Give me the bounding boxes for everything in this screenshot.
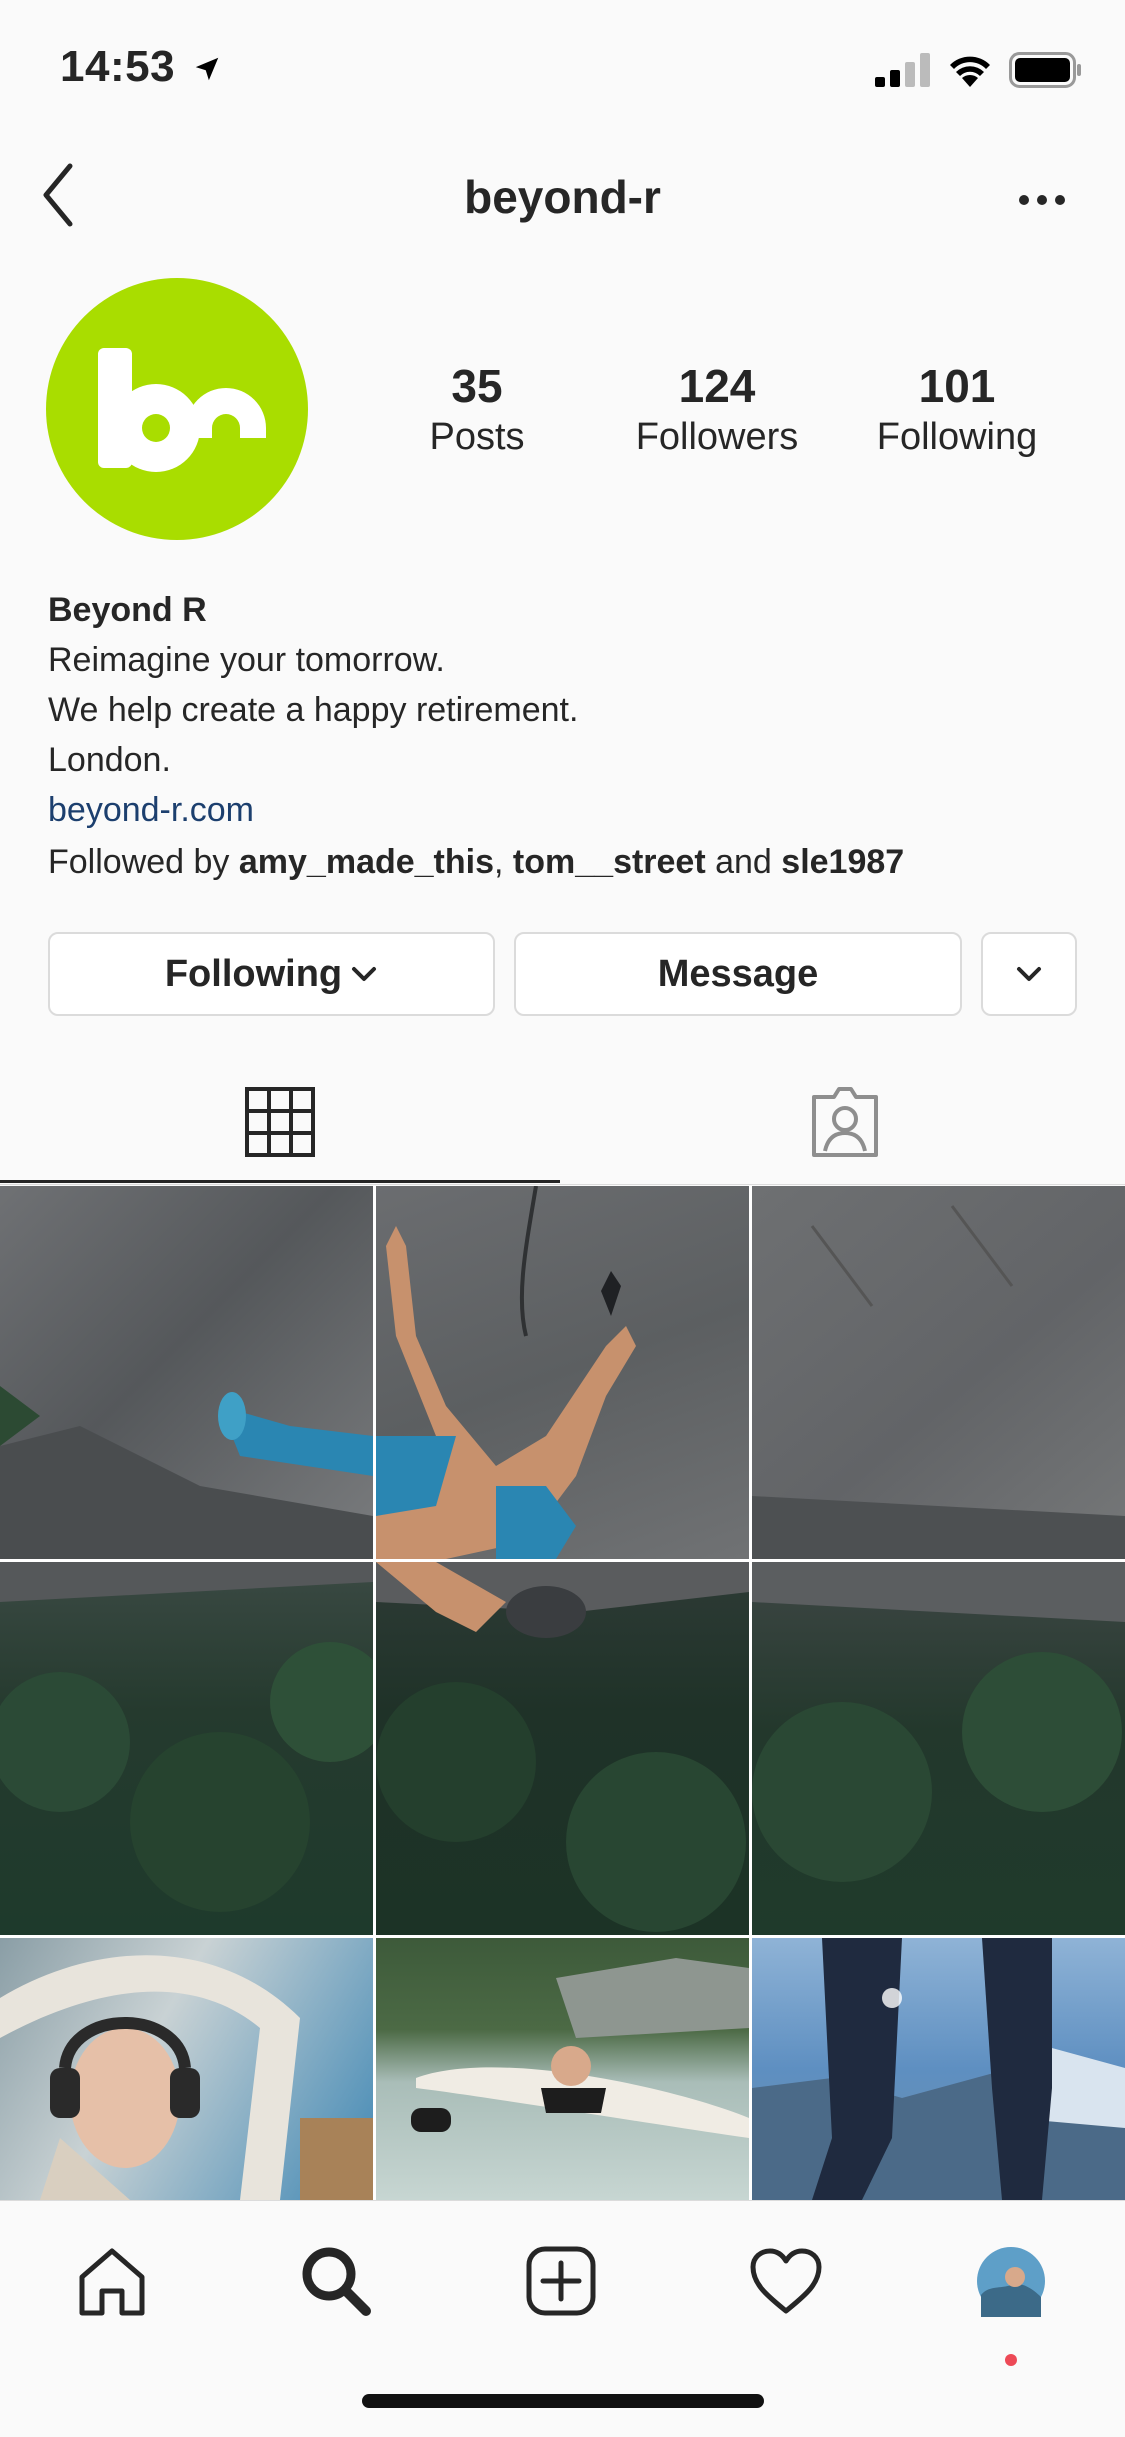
stat-following[interactable]: 101 Following <box>857 358 1057 460</box>
profile-avatar[interactable] <box>46 278 308 540</box>
grid-post[interactable] <box>376 1562 749 1935</box>
photo-climber-rock-top-center <box>376 1186 636 1559</box>
profile-username-title: beyond-r <box>464 171 661 223</box>
following-button-label: Following <box>164 952 343 995</box>
grid-post[interactable] <box>0 1186 373 1559</box>
tab-grid[interactable] <box>0 1060 560 1184</box>
tab-tagged[interactable] <box>565 1060 1125 1184</box>
tagged-person-icon <box>812 1087 878 1157</box>
more-options-icon[interactable] <box>1017 190 1067 210</box>
status-time: 14:53 <box>60 42 222 92</box>
followed-by-user[interactable]: amy_made_this <box>239 843 494 881</box>
message-button-label: Message <box>657 952 819 995</box>
profile-website-link[interactable]: beyond-r.com <box>48 785 1088 835</box>
grid-post[interactable] <box>752 1938 1125 2200</box>
grid-separator <box>373 1186 376 2200</box>
brand-logo-icon <box>98 348 266 472</box>
posts-grid <box>0 1186 1125 2200</box>
bio-line: Reimagine your tomorrow. <box>48 641 445 679</box>
suggested-accounts-button[interactable] <box>981 932 1077 1016</box>
new-post-icon <box>526 2246 596 2316</box>
photo-climber-rock-top-right <box>752 1205 1125 1559</box>
profile-bio: Beyond R Reimagine your tomorrow. We hel… <box>48 585 1088 887</box>
stat-following-value: 101 <box>918 360 996 412</box>
stat-followers-value: 124 <box>678 360 756 412</box>
grid-post[interactable] <box>376 1186 749 1559</box>
stat-posts-label: Posts <box>429 416 525 458</box>
nav-profile[interactable] <box>961 2231 1061 2331</box>
grid-post[interactable] <box>752 1186 1125 1559</box>
grid-separator <box>0 1935 1125 1938</box>
nav-activity[interactable] <box>736 2231 836 2331</box>
wifi-icon <box>950 56 990 87</box>
grid-post[interactable] <box>0 1562 373 1935</box>
photo-climber-forest-center <box>376 1562 749 1932</box>
photo-forest-below-left <box>0 1562 373 1912</box>
nav-new-post[interactable] <box>511 2231 611 2331</box>
followed-by-prefix: Followed by <box>48 843 239 881</box>
following-button[interactable]: Following <box>48 932 495 1016</box>
stat-followers-label: Followers <box>635 416 799 458</box>
home-icon <box>79 2248 145 2316</box>
nav-home[interactable] <box>62 2231 162 2331</box>
followed-by-separator: , <box>494 843 513 881</box>
photo-climber-rock-top-left <box>0 1386 373 1559</box>
grid-post[interactable] <box>752 1562 1125 1935</box>
home-indicator <box>362 2394 764 2408</box>
profile-display-name: Beyond R <box>48 591 207 629</box>
stat-posts[interactable]: 35 Posts <box>377 358 577 460</box>
followed-by-text[interactable]: Followed by amy_made_this, tom__street a… <box>48 837 1088 887</box>
photo-legs-mountain-lake <box>752 1938 1125 2200</box>
profile-avatar-icon <box>977 2247 1045 2317</box>
battery-icon <box>1009 52 1081 88</box>
message-button[interactable]: Message <box>514 932 962 1016</box>
notification-dot <box>1005 2354 1017 2366</box>
activity-heart-icon <box>750 2248 822 2314</box>
grid-separator <box>749 1186 752 2200</box>
search-icon <box>302 2247 371 2316</box>
location-arrow-icon <box>195 58 219 81</box>
bio-line: London. <box>48 741 171 779</box>
tab-divider <box>0 1184 1125 1185</box>
followed-by-and: and <box>705 843 782 881</box>
grid-separator <box>0 1559 1125 1562</box>
status-indicators <box>875 52 1083 88</box>
active-tab-indicator <box>0 1180 560 1183</box>
grid-post[interactable] <box>376 1938 749 2200</box>
stat-followers[interactable]: 124 Followers <box>617 358 817 460</box>
photo-pilot-woman <box>0 1955 373 2200</box>
followed-by-user[interactable]: tom__street <box>513 843 706 881</box>
chevron-down-icon <box>1017 967 1041 981</box>
nav-search[interactable] <box>286 2231 386 2331</box>
photo-surfer-man <box>411 1958 749 2138</box>
bio-line: We help create a happy retirement. <box>48 691 579 729</box>
grid-post[interactable] <box>0 1938 373 2200</box>
cellular-signal-icon <box>875 53 930 87</box>
status-time-text: 14:53 <box>60 42 176 91</box>
grid-icon <box>245 1087 315 1157</box>
chevron-down-icon <box>352 967 377 981</box>
followed-by-user[interactable]: sle1987 <box>781 843 904 881</box>
photo-forest-below-right <box>752 1562 1125 1882</box>
stat-following-label: Following <box>876 416 1038 458</box>
stat-posts-value: 35 <box>451 360 503 412</box>
